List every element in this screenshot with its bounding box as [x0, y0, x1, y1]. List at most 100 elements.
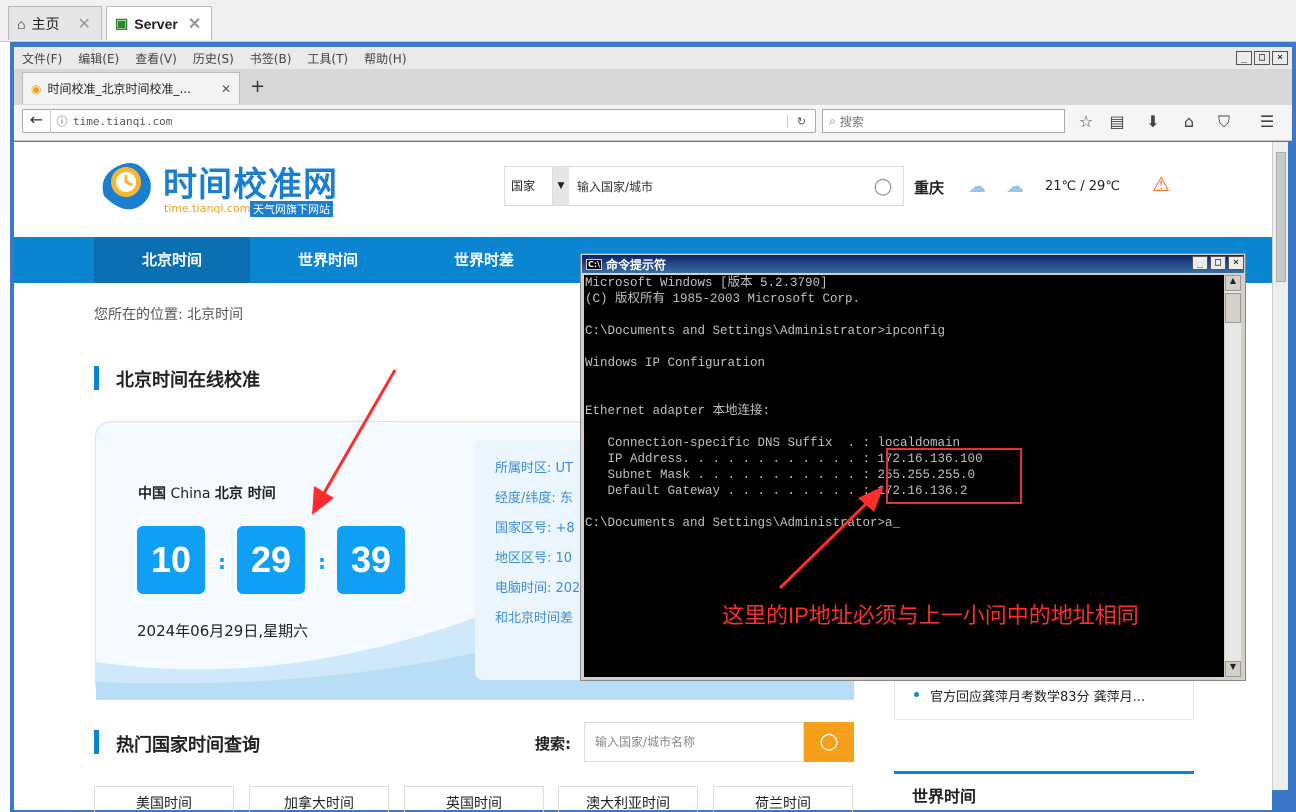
cmd-line: ​: [585, 419, 1224, 435]
search-icon[interactable]: ○: [863, 174, 903, 199]
menu-history[interactable]: 历史(S): [185, 50, 242, 67]
firefox-tab-active[interactable]: ◉ 时间校准_北京时间校准_... ✕: [22, 72, 240, 104]
cmd-title: 命令提示符: [606, 257, 667, 272]
current-city[interactable]: 重庆: [914, 177, 944, 198]
clock-second: 39: [337, 526, 405, 594]
info-icon[interactable]: ⓘ: [51, 113, 73, 129]
url-text[interactable]: time.tianqi.com: [73, 115, 787, 128]
clock-hour: 10: [137, 526, 205, 594]
clock-colon: :: [218, 550, 226, 574]
clock-location-label: 中国 China 北京 时间: [138, 483, 276, 503]
section-title-marker: [94, 730, 99, 754]
close-icon[interactable]: ×: [1228, 256, 1244, 270]
clock-label-city: 北京 时间: [214, 486, 276, 502]
minimize-icon[interactable]: _: [1236, 51, 1252, 65]
country-tab-australia[interactable]: 澳大利亚时间: [558, 786, 698, 812]
info-computer-time: 电脑时间: 202: [495, 581, 581, 596]
new-tab-icon[interactable]: +: [250, 76, 265, 97]
site-logo-title: 时间校准网: [163, 166, 338, 204]
info-area-code: 地区区号: 10: [495, 551, 573, 566]
home-icon: ⌂: [17, 15, 26, 32]
annotation-text: 这里的IP地址必须与上一小问中的地址相同: [722, 603, 1139, 628]
hamburger-menu-icon[interactable]: ☰: [1256, 111, 1278, 133]
search-placeholder: 搜索: [839, 114, 864, 129]
info-country-code: 国家区号: +8: [495, 521, 575, 536]
clock-date: 2024年06月29日,星期六: [137, 622, 309, 640]
ip-highlight-box: [886, 448, 1022, 504]
clock-label-cn: 中国: [138, 486, 166, 502]
country-search-input[interactable]: 输入国家/城市名称: [584, 722, 804, 762]
maximize-icon[interactable]: □: [1254, 51, 1270, 65]
info-longitude: 经度/纬度: 东: [495, 491, 573, 506]
cmd-line: ​: [585, 307, 1224, 323]
breadcrumb: 您所在的位置: 北京时间: [94, 307, 244, 323]
menu-bookmarks[interactable]: 书签(B): [242, 50, 300, 67]
page-scrollbar[interactable]: [1272, 142, 1288, 790]
city-search: 国家 ▼ 输入国家/城市 ○: [504, 166, 904, 206]
close-icon[interactable]: ×: [1272, 51, 1288, 65]
country-tab-netherlands[interactable]: 荷兰时间: [713, 786, 853, 812]
clock-minute: 29: [237, 526, 305, 594]
close-icon[interactable]: ✕: [77, 14, 90, 34]
bullet-icon: [914, 692, 919, 697]
country-tab-us[interactable]: 美国时间: [94, 786, 234, 812]
city-input[interactable]: 输入国家/城市: [569, 178, 863, 195]
cmd-line: C:\Documents and Settings\Administrator>…: [585, 516, 901, 530]
hot-countries-title: 热门国家时间查询: [116, 735, 260, 756]
section-title-marker: [94, 366, 99, 390]
host-tab-home[interactable]: ⌂ 主页 ✕: [8, 6, 102, 40]
reload-icon[interactable]: ↻: [787, 114, 815, 128]
clock-label-en: China: [170, 486, 211, 502]
maximize-icon[interactable]: □: [1210, 256, 1226, 270]
annotation-arrow: [312, 369, 397, 515]
host-tab-label: Server: [134, 15, 178, 32]
menu-tools[interactable]: 工具(T): [299, 50, 356, 67]
cmd-line: (C) 版权所有 1985-2003 Microsoft Corp.: [585, 292, 861, 306]
reading-list-icon[interactable]: ▤: [1106, 111, 1128, 133]
host-tab-server[interactable]: ▣ Server ✕: [106, 6, 212, 40]
firefox-menubar: 文件(F) 编辑(E) 查看(V) 历史(S) 书签(B) 工具(T) 帮助(H…: [14, 47, 1292, 69]
search-label: 搜索:: [535, 735, 571, 753]
minimize-icon[interactable]: _: [1192, 256, 1208, 270]
country-tab-canada[interactable]: 加拿大时间: [249, 786, 389, 812]
cmd-scrollbar[interactable]: ▲ ▼: [1225, 275, 1241, 677]
vm-icon: ▣: [115, 15, 129, 31]
info-timezone: 所属时区: UT: [495, 461, 573, 476]
download-icon[interactable]: ⬇: [1142, 111, 1164, 133]
pocket-icon[interactable]: ⛉: [1213, 111, 1235, 133]
firefox-search-bar[interactable]: ⌕ 搜索: [822, 109, 1065, 133]
cmd-line: Ethernet adapter 本地连接:: [585, 404, 771, 418]
home-icon[interactable]: ⌂: [1178, 111, 1200, 133]
cmd-line: ​: [585, 387, 1224, 403]
tab-title: 时间校准_北京时间校准_...: [47, 82, 191, 96]
close-icon[interactable]: ✕: [221, 82, 231, 96]
menu-file[interactable]: 文件(F): [14, 50, 70, 67]
url-bar[interactable]: ← ⓘ time.tianqi.com ↻: [22, 109, 816, 133]
site-logo-domain: time.tianqi.com: [164, 202, 251, 215]
site-favicon-icon: ◉: [31, 81, 42, 96]
cmd-window-controls: _ □ ×: [1192, 256, 1244, 270]
search-button[interactable]: ○: [804, 722, 854, 762]
back-icon[interactable]: ←: [23, 109, 51, 133]
country-select[interactable]: 国家: [505, 167, 553, 205]
info-time-diff: 和北京时间差: [495, 611, 574, 626]
menu-view[interactable]: 查看(V): [127, 50, 185, 67]
nav-world-time-diff[interactable]: 世界时差: [406, 237, 562, 283]
site-logo-icon: [96, 156, 158, 218]
chevron-down-icon[interactable]: ▼: [553, 167, 569, 205]
bookmark-star-icon[interactable]: ☆: [1075, 111, 1097, 133]
country-tab-uk[interactable]: 英国时间: [404, 786, 544, 812]
section-title: 北京时间在线校准: [116, 370, 260, 391]
nav-world-time[interactable]: 世界时间: [250, 237, 406, 283]
close-icon[interactable]: ✕: [188, 14, 201, 34]
news-item[interactable]: 官方回应龚萍月考数学83分 龚萍月...: [930, 686, 1145, 705]
nav-beijing-time[interactable]: 北京时间: [94, 237, 250, 283]
cmd-titlebar[interactable]: C:\ 命令提示符: [582, 255, 1244, 273]
menu-edit[interactable]: 编辑(E): [70, 50, 127, 67]
cloudy-night-icon: ☁: [1006, 176, 1024, 197]
cmd-line: ​: [585, 339, 1224, 355]
menu-help[interactable]: 帮助(H): [356, 50, 414, 67]
cloudy-day-icon: ☁: [968, 176, 986, 197]
cmd-line: Microsoft Windows [版本 5.2.3790]: [585, 276, 828, 290]
warning-icon[interactable]: ⚠: [1152, 172, 1170, 196]
